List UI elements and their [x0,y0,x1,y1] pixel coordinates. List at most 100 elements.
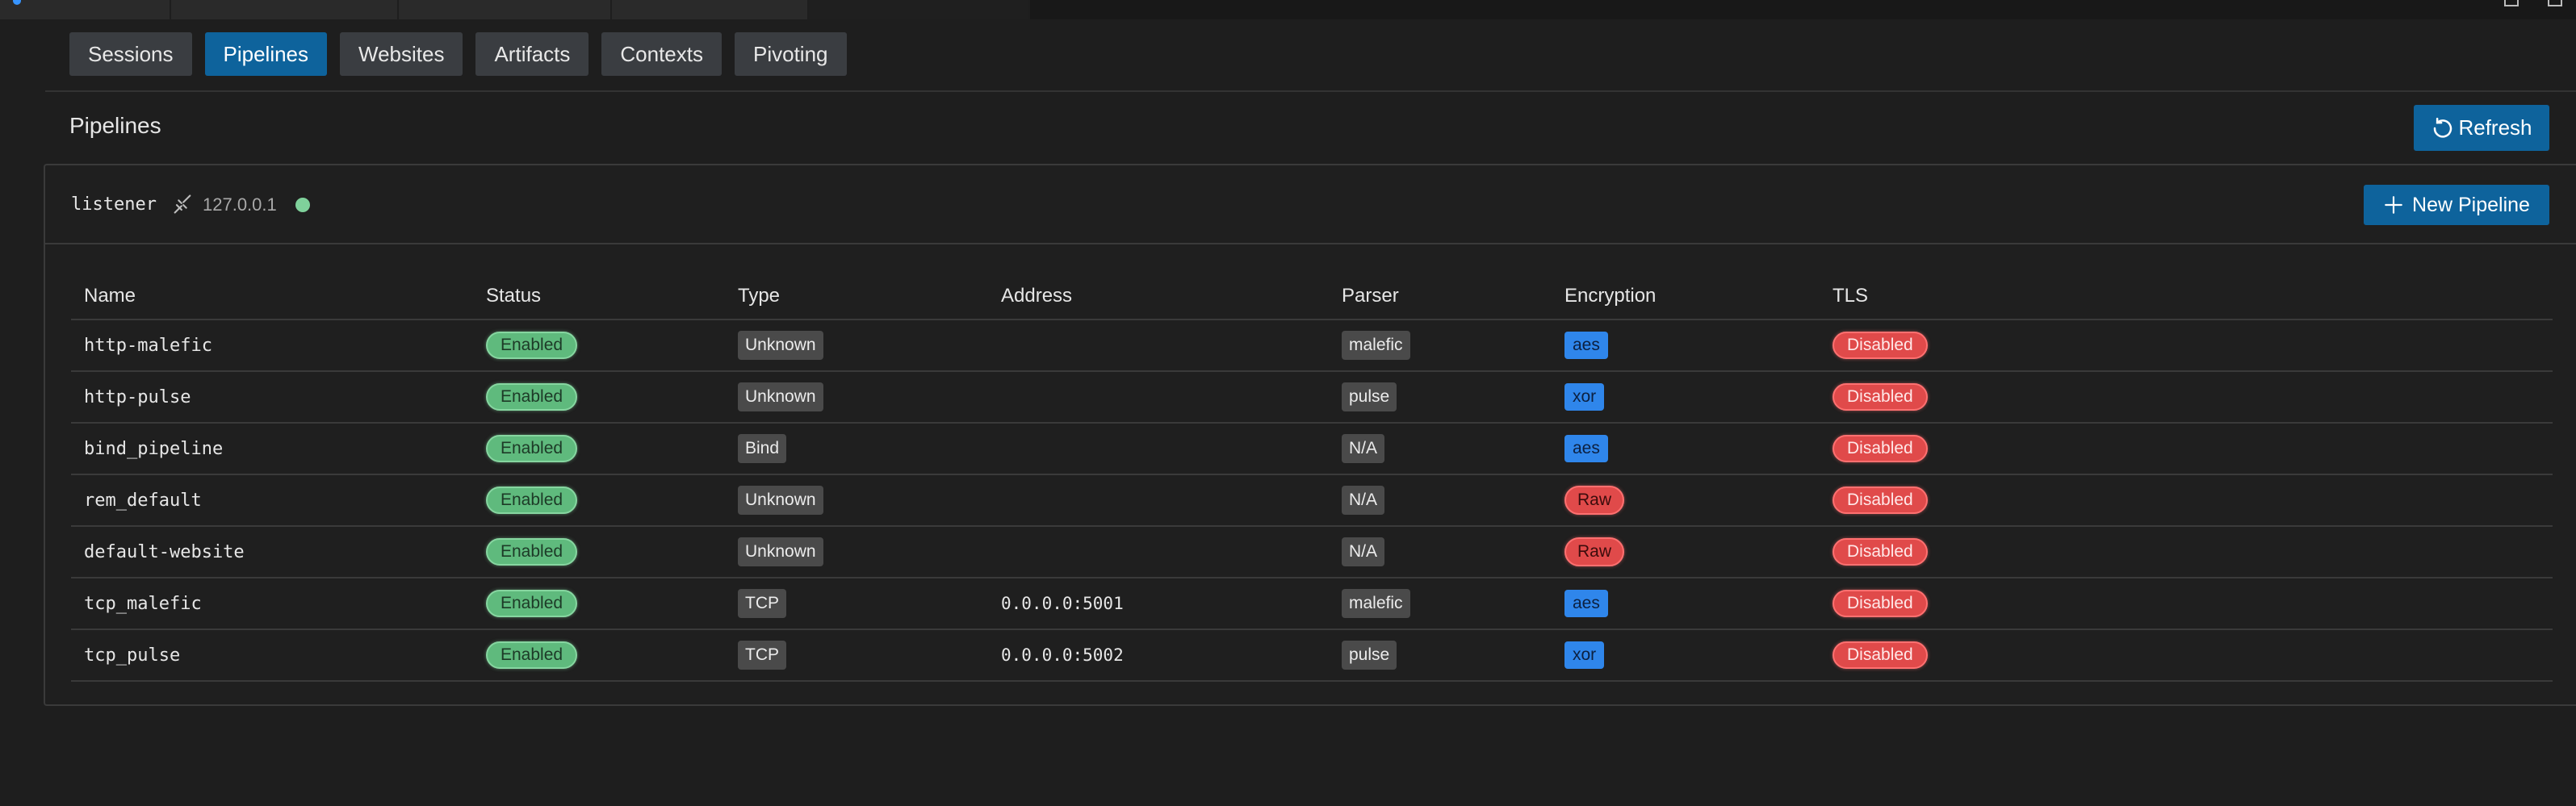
parser-badge: pulse [1342,641,1397,670]
disconnect-icon [174,194,191,214]
type-badge: Bind [738,434,787,463]
table-row[interactable]: http-pulse Enabled Unknown pulse xor Disabled [71,372,2553,424]
cell-name: default-website [84,541,245,562]
cell-tls: Disabled [1833,320,1928,370]
cell-parser: malefic [1342,320,1410,370]
cell-parser: pulse [1342,372,1397,422]
status-badge: Enabled [486,487,578,514]
parser-badge: N/A [1342,434,1385,463]
column-header-status[interactable]: Status [486,285,541,307]
editor-tab[interactable] [399,0,612,19]
cell-encryption: Raw [1564,475,1625,525]
cell-status: Enabled [486,424,578,474]
status-badge: Enabled [486,641,578,669]
cell-status: Enabled [486,372,578,422]
cell-encryption: xor [1564,372,1605,422]
plus-icon [2385,196,2402,214]
status-badge: Enabled [486,590,578,617]
column-header-address[interactable]: Address [1001,285,1072,307]
column-header-parser[interactable]: Parser [1342,285,1399,307]
tab-pipelines[interactable]: Pipelines [204,32,328,76]
encryption-badge: aes [1564,332,1608,359]
refresh-button[interactable]: Refresh [2414,105,2549,151]
tls-badge: Disabled [1833,383,1928,411]
type-badge: Unknown [738,537,823,566]
refresh-icon [2434,117,2452,138]
cell-status: Enabled [486,630,578,680]
column-header-encryption[interactable]: Encryption [1564,285,1656,307]
parser-badge: N/A [1342,537,1385,566]
cell-encryption: aes [1564,320,1608,370]
parser-badge: N/A [1342,486,1385,515]
editor-tab-strip [0,0,2576,19]
cell-parser: N/A [1342,527,1385,577]
new-pipeline-button[interactable]: New Pipeline [2364,185,2549,225]
listener-panel: listener 127.0.0.1 New Pipeline Name Stat… [44,164,2576,706]
type-badge: Unknown [738,486,823,515]
window-control-icon[interactable] [2504,0,2519,6]
cell-address: 0.0.0.0:5001 [1001,594,1124,613]
cell-name: tcp_pulse [84,645,181,666]
encryption-badge: Raw [1564,486,1625,515]
column-header-tls[interactable]: TLS [1833,285,1868,307]
cell-type: TCP [738,578,786,629]
cell-parser: malefic [1342,578,1410,629]
cell-tls: Disabled [1833,372,1928,422]
pipelines-view: Sessions Pipelines Websites Artifacts Contex… [0,0,2576,806]
listener-status-indicator [295,198,310,212]
tls-badge: Disabled [1833,590,1928,617]
refresh-label: Refresh [2458,115,2532,140]
cell-name: bind_pipeline [84,438,224,459]
tab-contexts[interactable]: Contexts [601,32,722,76]
table-row[interactable]: tcp_pulse Enabled TCP 0.0.0.0:5002 pulse xor D… [71,630,2553,682]
tab-sessions[interactable]: Sessions [69,32,192,76]
column-header-type[interactable]: Type [738,285,780,307]
tab-pivoting[interactable]: Pivoting [735,32,847,76]
cell-type: Unknown [738,475,823,525]
listener-name: listener [71,194,157,215]
parser-badge: malefic [1342,589,1410,618]
cell-name: tcp_malefic [84,593,202,614]
editor-tab[interactable] [171,0,399,19]
cell-name: http-pulse [84,386,191,407]
tab-artifacts[interactable]: Artifacts [475,32,589,76]
status-badge: Enabled [486,383,578,411]
table-row[interactable]: rem_default Enabled Unknown N/A Raw Disabled [71,475,2553,527]
status-badge: Enabled [486,538,578,566]
tls-badge: Disabled [1833,435,1928,462]
tab-websites[interactable]: Websites [340,32,463,76]
type-badge: Unknown [738,331,823,360]
cell-type: Unknown [738,372,823,422]
cell-tls: Disabled [1833,475,1928,525]
cell-type: Unknown [738,527,823,577]
table-body: http-malefic Enabled Unknown malefic aes Disa… [71,320,2553,682]
cell-type: TCP [738,630,786,680]
cell-status: Enabled [486,320,578,370]
table-row[interactable]: default-website Enabled Unknown N/A Raw Disab… [71,527,2553,578]
status-badge: Enabled [486,332,578,359]
encryption-badge: aes [1564,590,1608,617]
listener-ip: 127.0.0.1 [203,194,277,215]
page-title: Pipelines [69,113,161,138]
new-pipeline-label: New Pipeline [2412,193,2530,216]
editor-tab-active[interactable] [809,0,1030,19]
table-row[interactable]: bind_pipeline Enabled Bind N/A aes Disabled [71,424,2553,475]
encryption-badge: Raw [1564,537,1625,566]
cell-type: Bind [738,424,787,474]
table-row[interactable]: tcp_malefic Enabled TCP 0.0.0.0:5001 malefic… [71,578,2553,630]
cell-tls: Disabled [1833,527,1928,577]
window-control-icon[interactable] [2548,0,2562,6]
type-badge: TCP [738,589,786,618]
listener-header: listener 127.0.0.1 New Pipeline [45,165,2576,244]
editor-tab[interactable] [0,0,171,19]
cell-name: http-malefic [84,335,212,356]
tls-badge: Disabled [1833,332,1928,359]
editor-tab[interactable] [612,0,809,19]
cell-status: Enabled [486,527,578,577]
table-row[interactable]: http-malefic Enabled Unknown malefic aes Disa… [71,320,2553,372]
nav-tabs: Sessions Pipelines Websites Artifacts Contex… [69,32,847,76]
pipelines-table: Name Status Type Address Parser Encryption TLS… [71,277,2553,682]
column-header-name[interactable]: Name [84,285,136,307]
table-header: Name Status Type Address Parser Encryption TLS [71,277,2553,320]
cell-parser: N/A [1342,424,1385,474]
